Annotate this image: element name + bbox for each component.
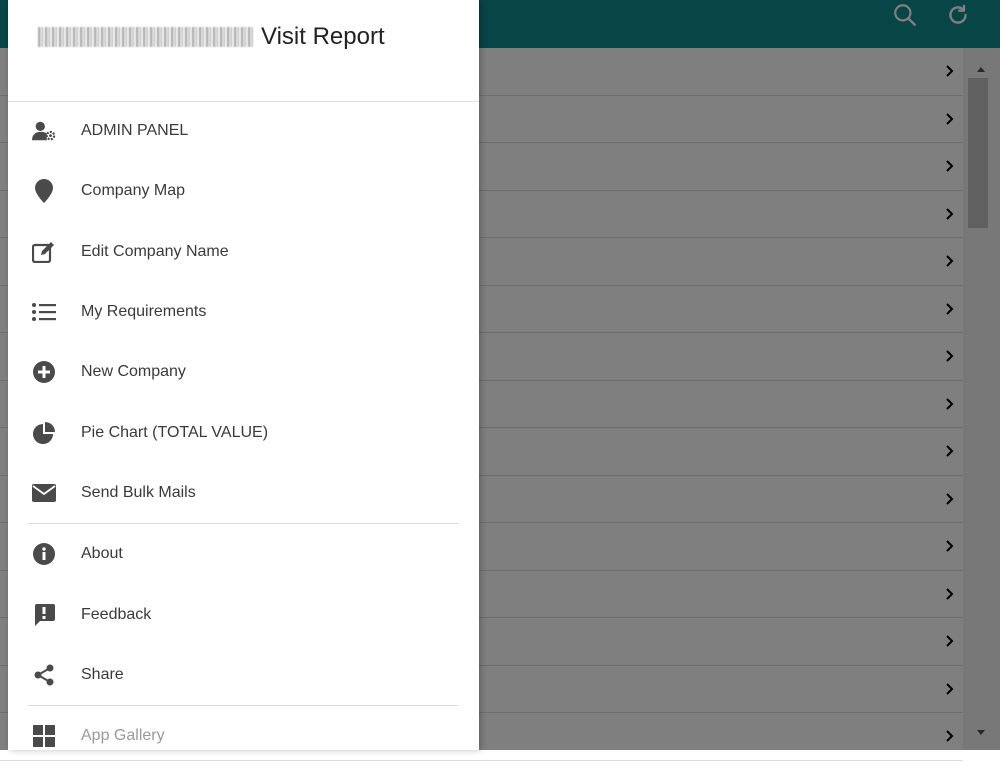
menu-item-send-bulk-mails[interactable]: Send Bulk Mails [8, 463, 479, 523]
menu-item-new-company[interactable]: New Company [8, 342, 479, 402]
navigation-drawer: Visit Report ADMIN PANEL Company Map Edi… [8, 0, 479, 750]
menu-item-app-gallery[interactable]: App Gallery [8, 706, 479, 766]
menu-item-label: About [81, 545, 123, 563]
menu-item-edit-company-name[interactable]: Edit Company Name [8, 222, 479, 282]
redacted-company-name [38, 27, 253, 47]
menu-item-share[interactable]: Share [8, 645, 479, 705]
info-icon [32, 542, 56, 566]
menu-item-label: Company Map [81, 182, 186, 200]
menu-item-about[interactable]: About [8, 524, 479, 584]
menu-item-my-requirements[interactable]: My Requirements [8, 282, 479, 342]
user-gear-icon [32, 119, 56, 143]
menu-item-feedback[interactable]: Feedback [8, 584, 479, 644]
map-pin-icon [32, 179, 56, 204]
drawer-header: Visit Report [8, 0, 479, 102]
envelope-icon [32, 481, 56, 505]
menu-item-label: My Requirements [81, 303, 207, 321]
menu-item-label: New Company [81, 363, 186, 381]
drawer-title: Visit Report [38, 22, 385, 52]
pie-chart-icon [32, 421, 56, 445]
grid-icon [32, 724, 56, 748]
plus-circle-icon [32, 360, 56, 384]
menu-item-label: App Gallery [81, 727, 165, 745]
menu-item-label: Share [81, 665, 124, 683]
menu-item-label: Feedback [81, 605, 152, 623]
menu-item-label: ADMIN PANEL [81, 122, 189, 140]
app-title: Visit Report [261, 23, 385, 50]
menu-item-company-map[interactable]: Company Map [8, 161, 479, 221]
list-icon [32, 300, 56, 324]
menu-item-pie-chart[interactable]: Pie Chart (TOTAL VALUE) [8, 402, 479, 462]
drawer-menu: ADMIN PANEL Company Map Edit Company Nam… [8, 101, 479, 766]
menu-item-label: Edit Company Name [81, 242, 229, 260]
share-icon [32, 663, 56, 687]
menu-item-label: Send Bulk Mails [81, 483, 196, 501]
menu-item-admin-panel[interactable]: ADMIN PANEL [8, 101, 479, 161]
menu-item-label: Pie Chart (TOTAL VALUE) [81, 423, 269, 441]
edit-icon [32, 240, 56, 264]
feedback-icon [32, 603, 56, 627]
